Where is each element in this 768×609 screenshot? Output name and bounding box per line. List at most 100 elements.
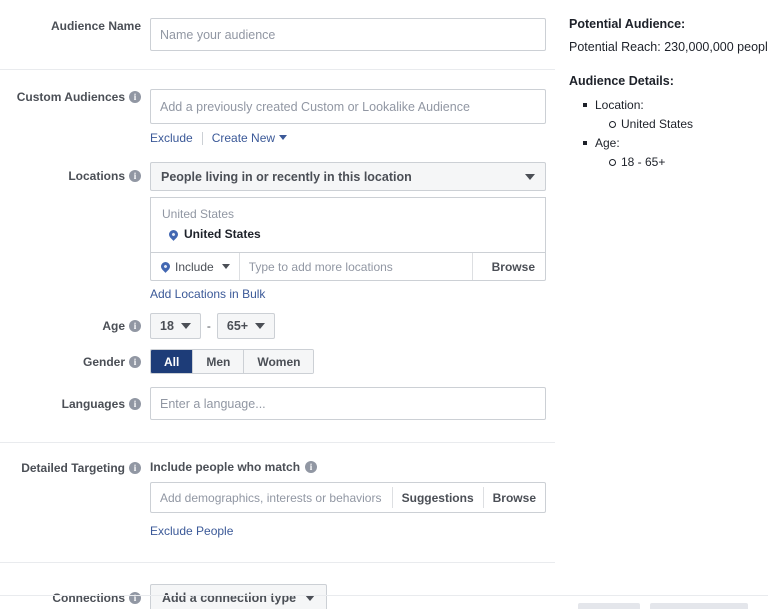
age-max-select[interactable]: 65+: [216, 313, 276, 339]
detailed-targeting-field: Include people who match Add demographic…: [150, 460, 557, 538]
gender-label: Gender: [0, 349, 150, 374]
suggestions-button[interactable]: Suggestions: [393, 491, 483, 505]
age-label-text: Age: [102, 319, 125, 333]
create-new-link[interactable]: Create New: [211, 131, 288, 145]
info-icon[interactable]: [129, 91, 141, 103]
info-icon[interactable]: [305, 461, 318, 473]
exclude-link[interactable]: Exclude: [150, 131, 193, 145]
gender-option-men[interactable]: Men: [193, 350, 245, 373]
custom-audiences-input[interactable]: Add a previously created Custom or Looka…: [150, 89, 546, 124]
include-label: Include: [175, 259, 214, 274]
info-icon[interactable]: [129, 320, 141, 332]
list-item: 18 - 65+: [609, 153, 768, 172]
info-icon[interactable]: [129, 397, 141, 410]
continue-button-partial[interactable]: [650, 603, 748, 609]
age-field: 18 - 65+: [150, 313, 557, 339]
bottom-action-bar: [0, 595, 768, 609]
location-mode-value: People living in or recently in this loc…: [161, 169, 412, 184]
age-min-value: 18: [160, 319, 174, 333]
audience-form: Audience Name Name your audience Custom …: [0, 0, 557, 609]
gender-option-women[interactable]: Women: [244, 350, 314, 373]
potential-audience-panel: Potential Audience: Potential Reach: 230…: [569, 16, 768, 172]
locations-search-input[interactable]: Type to add more locations: [249, 260, 463, 274]
chevron-down-icon: [180, 323, 191, 329]
map-pin-icon: [159, 260, 172, 273]
gender-field: All Men Women: [150, 349, 557, 374]
bottom-divider: [0, 595, 768, 596]
custom-audiences-row: Custom Audiences Add a previously create…: [0, 70, 557, 145]
gender-label-text: Gender: [82, 354, 125, 369]
audience-name-placeholder: Name your audience: [160, 27, 276, 42]
create-new-label: Create New: [211, 131, 276, 145]
gender-toggle: All Men Women: [150, 349, 315, 374]
exclude-people-link[interactable]: Exclude People: [150, 524, 554, 538]
info-icon[interactable]: [129, 170, 141, 182]
map-pin-icon: [167, 227, 180, 241]
detailed-targeting-input-row: Add demographics, interests or behaviors…: [150, 482, 546, 513]
audience-name-field: Name your audience: [150, 18, 557, 51]
custom-audiences-field: Add a previously created Custom or Looka…: [150, 89, 557, 145]
detailed-targeting-row: Detailed Targeting Include people who ma…: [0, 443, 557, 538]
locations-field: People living in or recently in this loc…: [150, 162, 557, 301]
locations-card: United States United States Include Type…: [150, 197, 546, 281]
detailed-targeting-browse-button[interactable]: Browse: [484, 491, 545, 505]
age-separator: -: [206, 319, 211, 333]
detail-sublist: United States: [595, 115, 768, 134]
include-people-heading-text: Include people who match: [150, 460, 301, 474]
audience-name-input[interactable]: Name your audience: [150, 18, 546, 51]
languages-label: Languages: [0, 387, 150, 420]
detailed-targeting-label: Detailed Targeting: [0, 460, 150, 476]
age-row: Age 18 - 65+: [0, 301, 557, 339]
include-people-heading: Include people who match: [150, 460, 554, 474]
detail-age-label: Age:: [595, 136, 620, 150]
potential-audience-title: Potential Audience:: [569, 17, 686, 31]
chevron-down-icon: [279, 135, 288, 141]
gender-row: Gender All Men Women: [0, 339, 557, 374]
age-label: Age: [0, 313, 150, 339]
audience-name-row: Audience Name Name your audience: [0, 0, 557, 51]
location-chip-label: United States: [184, 227, 261, 241]
locations-label: Locations: [0, 162, 150, 184]
info-icon[interactable]: [129, 462, 141, 474]
gender-option-all[interactable]: All: [151, 350, 194, 373]
languages-row: Languages Enter a language...: [0, 374, 557, 420]
languages-input[interactable]: Enter a language...: [150, 387, 546, 420]
languages-field: Enter a language...: [150, 387, 557, 420]
info-icon[interactable]: [129, 355, 141, 368]
age-max-value: 65+: [226, 319, 249, 333]
potential-reach-text: Potential Reach: 230,000,000 people: [569, 40, 768, 54]
input-separator: [471, 253, 473, 280]
detailed-targeting-label-text: Detailed Targeting: [21, 461, 125, 475]
location-chip-united-states[interactable]: United States: [151, 225, 545, 252]
custom-audiences-links: Exclude Create New: [150, 131, 554, 145]
list-item: Location: United States: [583, 96, 768, 134]
list-item: Age: 18 - 65+: [583, 134, 768, 172]
detail-location-label: Location:: [595, 98, 644, 112]
detailed-targeting-input[interactable]: Add demographics, interests or behaviors: [160, 491, 392, 505]
chevron-down-icon: [255, 323, 266, 329]
add-locations-bulk-link[interactable]: Add Locations in Bulk: [150, 287, 554, 301]
audience-details-list: Location: United States Age: 18 - 65+: [569, 96, 768, 172]
audience-targeting-page: Audience Name Name your audience Custom …: [0, 0, 768, 609]
list-item: United States: [609, 115, 768, 134]
include-dropdown[interactable]: Include: [159, 259, 230, 274]
back-button-partial[interactable]: [578, 603, 640, 609]
location-mode-select[interactable]: People living in or recently in this loc…: [150, 162, 546, 191]
chevron-down-icon: [221, 264, 230, 269]
custom-audiences-label-text: Custom Audiences: [16, 90, 125, 104]
detail-sublist: 18 - 65+: [595, 153, 768, 172]
custom-audiences-placeholder: Add a previously created Custom or Looka…: [160, 99, 470, 114]
locations-row: Locations People living in or recently i…: [0, 145, 557, 301]
languages-label-text: Languages: [61, 396, 125, 411]
locations-group-header: United States: [162, 207, 235, 221]
age-min-select[interactable]: 18: [150, 313, 201, 339]
languages-placeholder: Enter a language...: [160, 396, 266, 411]
locations-input-row: Include Type to add more locations Brows…: [151, 252, 545, 280]
locations-browse-button[interactable]: Browse: [482, 260, 545, 274]
audience-details-title: Audience Details:: [569, 74, 674, 88]
locations-label-text: Locations: [68, 169, 125, 183]
link-separator: [201, 131, 203, 145]
custom-audiences-label: Custom Audiences: [0, 89, 150, 105]
audience-name-label-text: Audience Name: [50, 19, 141, 33]
audience-name-label: Audience Name: [0, 18, 150, 34]
